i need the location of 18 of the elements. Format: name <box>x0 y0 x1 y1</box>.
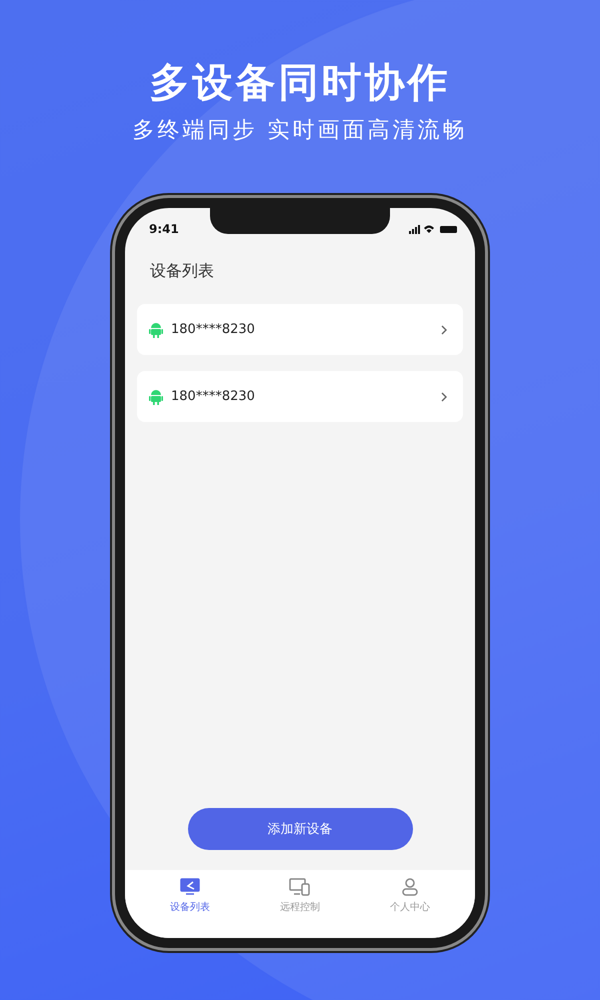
tab[interactable]: 设备列表 <box>150 878 230 938</box>
monitor-icon <box>180 878 200 896</box>
status-time: 9:41 <box>149 222 179 236</box>
tab[interactable]: 远程控制 <box>260 878 340 938</box>
status-icons <box>409 224 459 234</box>
device-item[interactable]: 180****8230 <box>137 304 463 355</box>
robot-icon <box>149 388 163 404</box>
chevron-icon <box>441 324 447 334</box>
person-icon <box>401 878 419 896</box>
tab[interactable]: 个人中心 <box>370 878 450 938</box>
add-device-button[interactable]: 添加新设备 <box>188 808 412 850</box>
page-title: 设备列表 <box>150 261 215 282</box>
devices-icon <box>289 878 311 896</box>
headline: 多设备同时协作 <box>150 59 450 108</box>
device-item[interactable]: 180****8230 <box>137 371 463 422</box>
chevron-icon <box>441 392 447 402</box>
subheadline: 多终端同步 实时画面高清流畅 <box>132 117 468 145</box>
robot-icon <box>149 322 163 338</box>
